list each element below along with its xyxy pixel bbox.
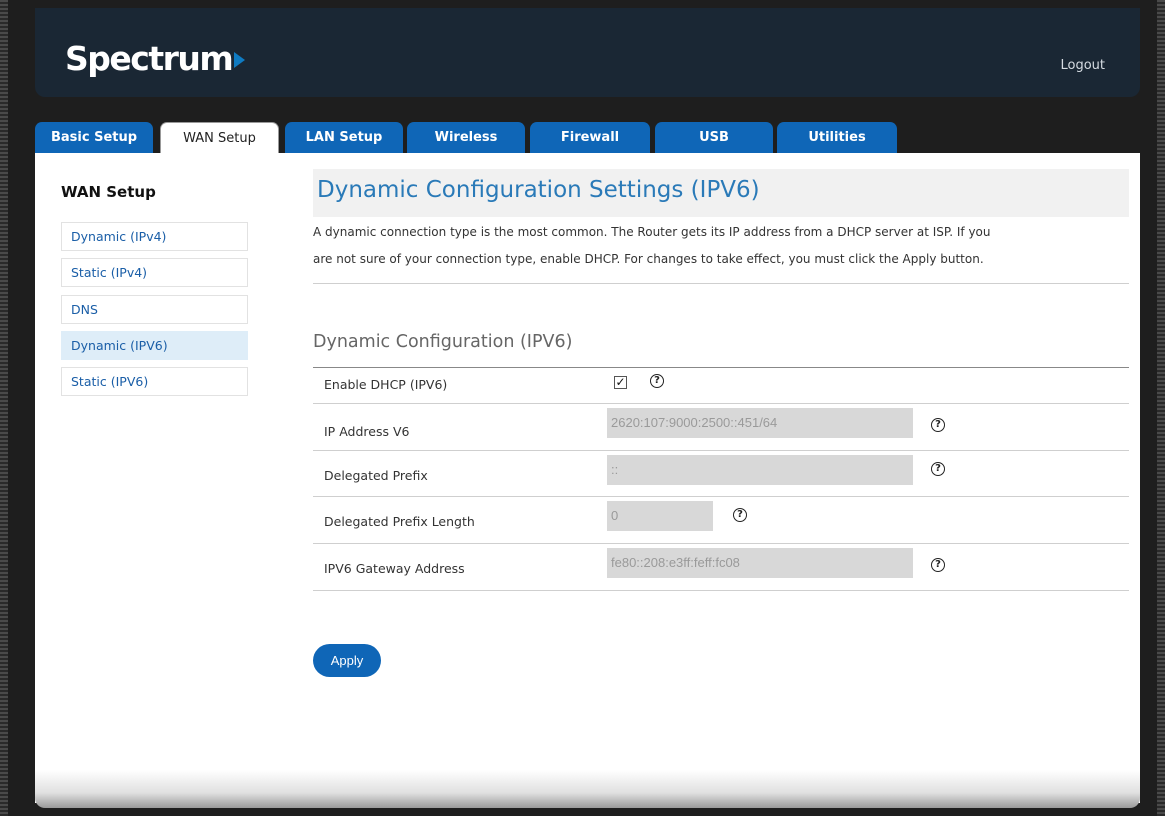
tab-usb[interactable]: USB [655,122,773,153]
enable-dhcp-help-icon[interactable]: ? [650,374,664,388]
ip-address-v6-label: IP Address V6 [324,424,410,439]
delegated-prefix-help-icon[interactable]: ? [931,462,945,476]
description-line-1: A dynamic connection type is the most co… [313,225,991,239]
tab-basic-setup[interactable]: Basic Setup [35,122,153,153]
logo-arrow-icon [234,52,246,68]
sidebar-item-static-ipv4[interactable]: Static (IPv4) [61,258,248,287]
delegated-prefix-label: Delegated Prefix [324,468,428,483]
spectrum-logo: Spectrum [65,39,246,78]
right-edge-stripes [1157,0,1165,816]
ip-address-v6-field[interactable]: 2620:107:9000:2500::451/64 [607,408,913,438]
delegated-prefix-field[interactable]: :: [607,455,913,485]
tab-wan-setup[interactable]: WAN Setup [160,122,279,154]
row-divider [313,543,1129,544]
logo-text: Spectrum [65,39,234,78]
row-divider [313,403,1129,404]
page-description: A dynamic connection type is the most co… [313,219,1133,273]
row-divider [313,590,1129,591]
section-divider [313,367,1129,368]
tab-firewall[interactable]: Firewall [530,122,650,153]
apply-button[interactable]: Apply [313,644,381,677]
tab-utilities[interactable]: Utilities [777,122,897,153]
tab-lan-setup[interactable]: LAN Setup [285,122,403,153]
section-title: Dynamic Configuration (IPV6) [313,332,573,352]
description-divider [313,283,1129,284]
ipv6-gateway-address-field[interactable]: fe80::208:e3ff:feff:fc08 [607,548,913,578]
description-line-2: are not sure of your connection type, en… [313,252,984,266]
sidebar-item-dns[interactable]: DNS [61,295,248,324]
ipv6-gateway-address-help-icon[interactable]: ? [931,558,945,572]
delegated-prefix-length-field[interactable]: 0 [607,501,713,531]
sidebar-item-static-ipv6[interactable]: Static (IPV6) [61,367,248,396]
row-divider [313,496,1129,497]
header-bar: Spectrum Logout [35,8,1140,97]
ip-address-v6-help-icon[interactable]: ? [931,418,945,432]
row-divider [313,450,1129,451]
delegated-prefix-length-help-icon[interactable]: ? [733,508,747,522]
panel-footer-shade [35,770,1140,808]
delegated-prefix-length-label: Delegated Prefix Length [324,514,475,529]
sidebar-title: WAN Setup [61,183,156,201]
left-edge-stripes [0,0,8,816]
enable-dhcp-checkbox[interactable]: ✓ [614,376,627,389]
tab-wireless[interactable]: Wireless [407,122,525,153]
logout-link[interactable]: Logout [1060,58,1105,73]
sidebar-item-dynamic-ipv6[interactable]: Dynamic (IPV6) [61,331,248,360]
sidebar-item-dynamic-ipv4[interactable]: Dynamic (IPv4) [61,222,248,251]
ipv6-gateway-address-label: IPV6 Gateway Address [324,561,465,576]
page-title: Dynamic Configuration Settings (IPV6) [313,169,1129,217]
enable-dhcp-label: Enable DHCP (IPV6) [324,377,448,392]
